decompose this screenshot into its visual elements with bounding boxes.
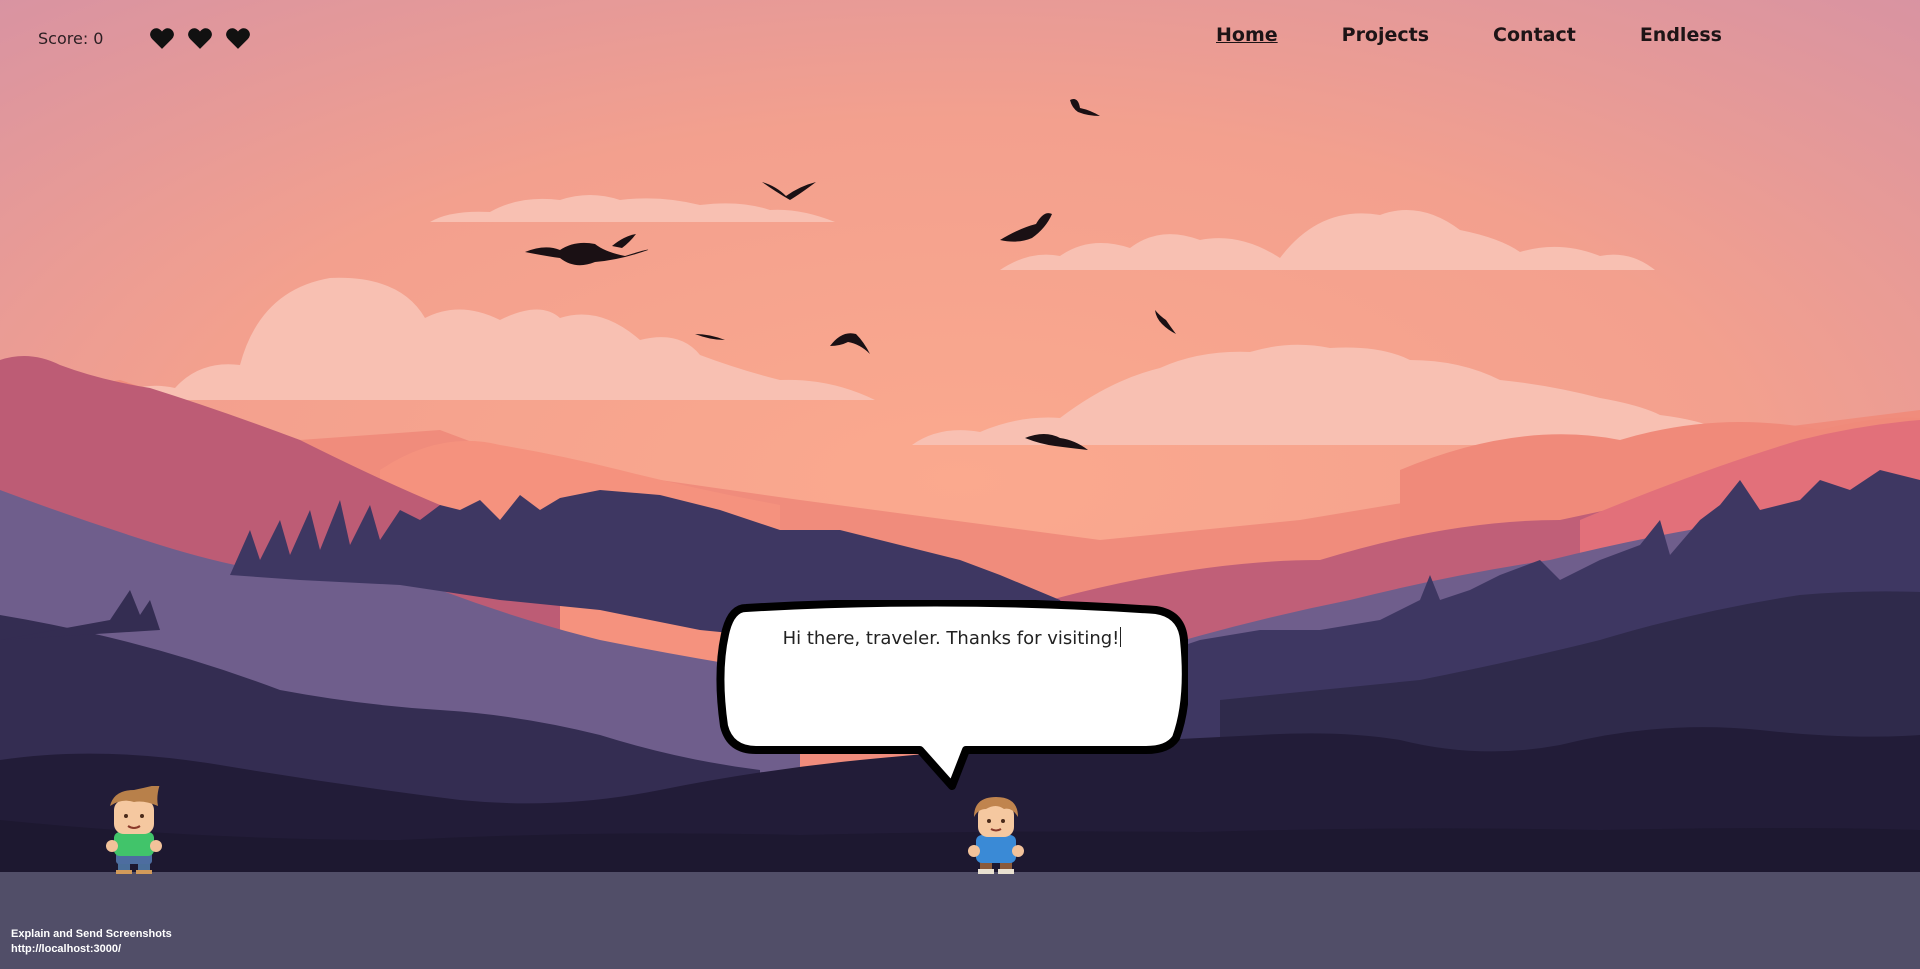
text-caret [1120,627,1122,647]
footer-url: http://localhost:3000/ [11,943,122,955]
lives-hearts [149,26,251,50]
player-character [106,786,162,874]
nav-home-link[interactable]: Home [1216,24,1278,46]
speech-bubble: Hi there, traveler. Thanks for visiting! [716,600,1188,790]
footer-overlay: Explain and Send Screenshots http://loca… [11,927,172,957]
heart-icon [188,28,213,49]
nav-contact-link[interactable]: Contact [1493,24,1576,46]
nav-endless-link[interactable]: Endless [1640,24,1722,46]
ground-strip [0,872,1920,969]
heart-icon [226,28,251,49]
nav-projects-link[interactable]: Projects [1342,24,1429,46]
heart-icon [150,28,175,49]
dialog-message: Hi there, traveler. Thanks for visiting! [782,628,1120,649]
npc-character [968,797,1024,874]
hud: Score: 0 [38,26,251,50]
dialog-text: Hi there, traveler. Thanks for visiting! [776,626,1128,652]
main-nav: Home Projects Contact Endless [1216,24,1722,46]
footer-title: Explain and Send Screenshots [11,928,172,940]
score-label: Score: 0 [38,28,104,48]
